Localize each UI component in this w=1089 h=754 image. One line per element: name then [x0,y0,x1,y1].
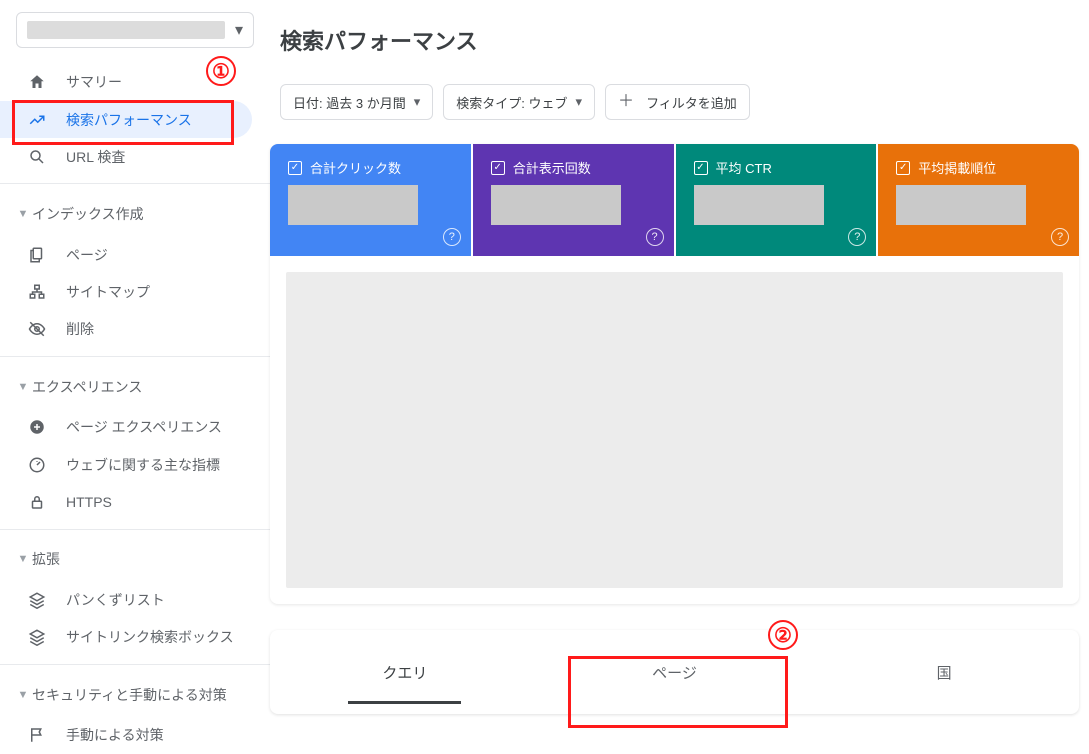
help-icon[interactable]: ? [646,228,664,246]
search-icon [26,148,48,166]
sidebar-item-performance[interactable]: 検索パフォーマンス [0,101,252,138]
filter-label: 検索タイプ: ウェブ [456,93,567,112]
chevron-down-icon: ▼ [14,553,32,565]
nav-group-enhance[interactable]: ▼ 拡張 [0,537,270,581]
speed-icon [26,456,48,474]
sitemap-icon [26,283,48,301]
group-label: インデックス作成 [32,204,144,224]
layers-icon [26,591,48,609]
chevron-down-icon: ▾ [235,20,243,40]
metric-impressions[interactable]: ✓ 合計表示回数 ? [473,144,674,256]
chevron-down-icon: ▼ [14,208,32,220]
help-icon[interactable]: ? [1051,228,1069,246]
metric-tabs: ✓ 合計クリック数 ? ✓ 合計表示回数 ? ✓ [270,144,1079,256]
plus-icon: ＋ [618,94,634,110]
help-icon[interactable]: ? [848,228,866,246]
add-filter-label: フィルタを追加 [646,93,737,112]
trend-icon [26,111,48,129]
metric-value-placeholder [694,185,824,225]
sidebar-item-sitemaps[interactable]: サイトマップ [0,274,252,311]
nav-group-index[interactable]: ▼ インデックス作成 [0,192,270,236]
dimension-tabs: クエリ ページ 国 [270,630,1079,714]
metric-value-placeholder [288,185,418,225]
chevron-down-icon: ▼ [14,689,32,701]
eye-off-icon [26,320,48,338]
tab-label: 国 [937,662,952,683]
tab-query[interactable]: クエリ [270,630,540,714]
home-icon [26,73,48,91]
group-label: 拡張 [32,549,60,569]
sidebar-label: HTTPS [66,494,112,510]
sidebar: ▾ サマリー 検索パフォーマンス URL 検査 ▼ インデックス作成 ページ サ… [0,0,270,754]
sidebar-item-summary[interactable]: サマリー [0,64,252,101]
page-title: 検索パフォーマンス [280,24,1089,56]
sidebar-label: URL 検査 [66,147,125,167]
group-label: セキュリティと手動による対策 [32,685,227,705]
main-content: 検索パフォーマンス 日付: 過去 3 か月間 ▾ 検索タイプ: ウェブ ▾ ＋ … [270,0,1089,754]
help-icon[interactable]: ? [443,228,461,246]
sidebar-label: ページ エクスペリエンス [66,417,222,437]
divider [0,529,270,530]
sidebar-item-url-inspect[interactable]: URL 検査 [0,138,252,175]
chevron-down-icon: ▾ [576,94,583,110]
flag-icon [26,726,48,744]
pages-icon [26,246,48,264]
group-label: エクスペリエンス [32,377,142,397]
sidebar-label: ページ [66,245,108,265]
filter-date[interactable]: 日付: 過去 3 か月間 ▾ [280,84,433,120]
nav-group-security[interactable]: ▼ セキュリティと手動による対策 [0,673,270,717]
sidebar-label: パンくずリスト [66,590,165,610]
sidebar-label: ウェブに関する主な指標 [66,455,220,475]
filter-label: 日付: 過去 3 か月間 [293,93,406,112]
metric-ctr[interactable]: ✓ 平均 CTR ? [676,144,877,256]
checkbox-checked-icon: ✓ [491,161,505,175]
sidebar-label: 削除 [66,319,94,339]
metric-label: 平均 CTR [716,158,772,177]
metric-label: 合計表示回数 [513,158,591,177]
chevron-down-icon: ▼ [14,381,32,393]
sidebar-item-sitelinks-search[interactable]: サイトリンク検索ボックス [0,619,252,656]
tab-label: クエリ [382,662,427,683]
property-selector[interactable]: ▾ [16,12,254,48]
sidebar-label: 検索パフォーマンス [66,110,192,130]
lock-icon [26,493,48,511]
divider [0,356,270,357]
metric-value-placeholder [896,185,1026,225]
checkbox-checked-icon: ✓ [288,161,302,175]
performance-card: ✓ 合計クリック数 ? ✓ 合計表示回数 ? ✓ [270,144,1079,604]
layers-icon [26,628,48,646]
sidebar-label: サイトマップ [66,282,150,302]
metric-label: 合計クリック数 [310,158,401,177]
sidebar-item-https[interactable]: HTTPS [0,483,252,520]
sidebar-item-manual-actions[interactable]: 手動による対策 [0,717,252,754]
checkbox-checked-icon: ✓ [896,161,910,175]
sidebar-label: 手動による対策 [66,725,164,745]
tab-label: ページ [652,662,697,683]
tab-page[interactable]: ページ [540,630,810,714]
checkbox-checked-icon: ✓ [694,161,708,175]
add-filter-button[interactable]: ＋ フィルタを追加 [605,84,750,120]
divider [0,183,270,184]
plus-circle-icon [26,418,48,436]
performance-chart-placeholder [286,272,1063,588]
tab-country[interactable]: 国 [809,630,1079,714]
sidebar-label: サマリー [66,72,122,92]
metric-position[interactable]: ✓ 平均掲載順位 ? [878,144,1079,256]
filter-search-type[interactable]: 検索タイプ: ウェブ ▾ [443,84,595,120]
nav-group-experience[interactable]: ▼ エクスペリエンス [0,365,270,409]
metric-value-placeholder [491,185,621,225]
sidebar-item-removals[interactable]: 削除 [0,311,252,348]
sidebar-item-core-web-vitals[interactable]: ウェブに関する主な指標 [0,446,252,483]
sidebar-item-pages[interactable]: ページ [0,236,252,273]
sidebar-label: サイトリンク検索ボックス [66,627,234,647]
metric-label: 平均掲載順位 [918,158,996,177]
chevron-down-icon: ▾ [414,94,421,110]
divider [0,664,270,665]
sidebar-item-page-experience[interactable]: ページ エクスペリエンス [0,409,252,446]
metric-clicks[interactable]: ✓ 合計クリック数 ? [270,144,471,256]
property-name-placeholder [27,21,225,39]
filter-bar: 日付: 過去 3 か月間 ▾ 検索タイプ: ウェブ ▾ ＋ フィルタを追加 [280,84,1089,120]
sidebar-item-breadcrumb[interactable]: パンくずリスト [0,581,252,618]
